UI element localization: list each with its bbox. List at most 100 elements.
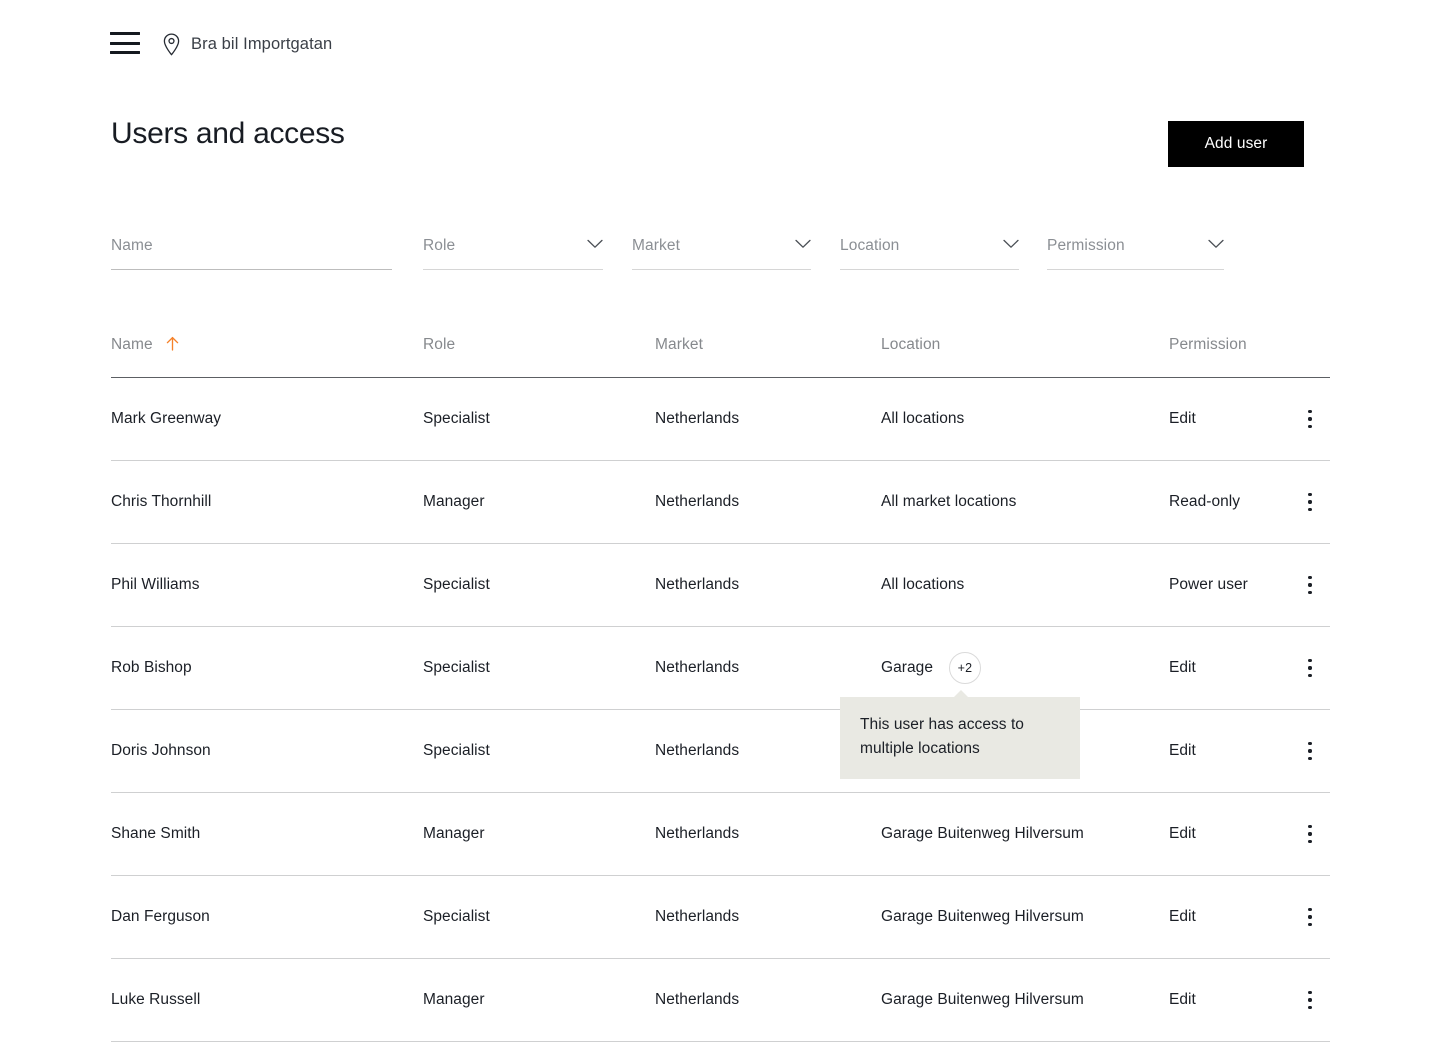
column-header-location[interactable]: Location (881, 330, 1169, 354)
cell-role: Specialist (423, 576, 490, 593)
filter-underline (111, 268, 392, 270)
cell-location: Garage Buitenweg Hilversum (881, 991, 1169, 1009)
cell-permission: Edit (1169, 742, 1196, 759)
table-row[interactable]: Rob Bishop Specialist Netherlands Garage +2 E… (111, 627, 1330, 710)
cell-name: Doris Johnson (111, 742, 211, 759)
filter-permission[interactable]: Permission (1047, 236, 1224, 270)
filter-role[interactable]: Role (423, 236, 603, 270)
cell-actions (1289, 407, 1330, 431)
kebab-menu-icon[interactable] (1298, 490, 1322, 514)
filter-underline (840, 269, 1019, 270)
cell-actions (1289, 905, 1330, 929)
table-row[interactable]: Doris Johnson Specialist Netherlands Edit (111, 710, 1330, 793)
cell-location: Garage Buitenweg Hilversum (881, 825, 1169, 843)
kebab-menu-icon[interactable] (1298, 407, 1322, 431)
filter-location-placeholder: Location (840, 237, 900, 254)
location-selector[interactable]: Bra bil Importgatan (162, 30, 332, 58)
kebab-menu-icon[interactable] (1298, 905, 1322, 929)
kebab-dot (1308, 424, 1312, 429)
tooltip-arrow (953, 690, 969, 698)
cell-role: Specialist (423, 410, 490, 427)
tooltip-text: This user has access to multiple locatio… (860, 716, 1024, 757)
cell-market: Netherlands (655, 493, 740, 510)
hamburger-bar (110, 32, 140, 35)
kebab-menu-icon[interactable] (1298, 739, 1322, 763)
cell-role: Specialist (423, 659, 490, 676)
filter-market[interactable]: Market (632, 236, 811, 270)
sort-ascending-icon[interactable] (166, 336, 179, 351)
kebab-dot (1308, 741, 1312, 746)
table-row[interactable]: Chris Thornhill Manager Netherlands All mar… (111, 461, 1330, 544)
kebab-menu-icon[interactable] (1298, 822, 1322, 846)
table-row[interactable]: Mark Greenway Specialist Netherlands All lo… (111, 378, 1330, 461)
map-pin-icon (162, 32, 181, 56)
filter-location[interactable]: Location (840, 236, 1019, 270)
cell-permission: Edit (1169, 410, 1196, 427)
cell-name: Shane Smith (111, 825, 201, 842)
column-header-permission[interactable]: Permission (1169, 330, 1289, 354)
kebab-dot (1308, 575, 1312, 580)
cell-name: Luke Russell (111, 991, 201, 1008)
column-header-role[interactable]: Role (423, 330, 655, 354)
kebab-dot (1308, 839, 1312, 844)
cell-market: Netherlands (655, 410, 740, 427)
column-header-name[interactable]: Name (111, 330, 423, 354)
hamburger-bar (110, 41, 140, 45)
cell-location: All locations (881, 576, 1169, 594)
kebab-dot (1308, 907, 1312, 912)
location-overflow-badge[interactable]: +2 (949, 652, 981, 684)
filter-underline (1047, 269, 1224, 270)
location-name: Bra bil Importgatan (191, 34, 333, 53)
cell-name: Phil Williams (111, 576, 200, 593)
cell-location-label: Garage Buitenweg Hilversum (881, 825, 1084, 842)
chevron-down-icon (587, 239, 603, 249)
cell-location-label: Garage Buitenweg Hilversum (881, 908, 1084, 925)
filter-role-placeholder: Role (423, 237, 456, 254)
cell-permission: Read-only (1169, 493, 1241, 510)
column-header-actions (1289, 330, 1330, 336)
filter-bar: Name Role Market Location Permission (111, 236, 1331, 272)
hamburger-icon[interactable] (110, 32, 140, 54)
column-header-market[interactable]: Market (655, 330, 881, 354)
table-row[interactable]: Shane Smith Manager Netherlands Garage Buit… (111, 793, 1330, 876)
cell-actions (1289, 656, 1330, 680)
kebab-dot (1308, 824, 1312, 829)
cell-name: Mark Greenway (111, 410, 222, 427)
kebab-dot (1308, 417, 1312, 421)
cell-actions (1289, 573, 1330, 597)
add-user-button[interactable]: Add user (1168, 121, 1304, 167)
kebab-dot (1308, 658, 1312, 663)
cell-permission: Edit (1169, 991, 1196, 1008)
cell-role: Manager (423, 825, 485, 842)
cell-market: Netherlands (655, 991, 740, 1008)
kebab-dot (1308, 998, 1312, 1002)
kebab-dot (1308, 583, 1312, 587)
cell-actions (1289, 988, 1330, 1012)
hamburger-bar (110, 51, 140, 54)
kebab-menu-icon[interactable] (1298, 988, 1322, 1012)
cell-market: Netherlands (655, 659, 740, 676)
page-title: Users and access (111, 117, 345, 150)
kebab-menu-icon[interactable] (1298, 656, 1322, 680)
cell-location: All locations (881, 410, 1169, 428)
location-tooltip: This user has access to multiple locatio… (840, 690, 1080, 779)
cell-market: Netherlands (655, 908, 740, 925)
kebab-dot (1308, 832, 1312, 836)
cell-name: Chris Thornhill (111, 493, 212, 510)
filter-name[interactable]: Name (111, 236, 392, 270)
kebab-menu-icon[interactable] (1298, 573, 1322, 597)
cell-actions (1289, 822, 1330, 846)
kebab-dot (1308, 990, 1312, 995)
table-row[interactable]: Phil Williams Specialist Netherlands All lo… (111, 544, 1330, 627)
chevron-down-icon (795, 239, 811, 249)
chevron-down-icon (1208, 239, 1224, 249)
cell-name: Rob Bishop (111, 659, 192, 676)
kebab-dot (1308, 915, 1312, 919)
cell-actions (1289, 739, 1330, 763)
table-row[interactable]: Dan Ferguson Specialist Netherlands Garage … (111, 876, 1330, 959)
table-body: Mark Greenway Specialist Netherlands All lo… (111, 378, 1330, 1042)
filter-underline (423, 269, 603, 270)
cell-permission: Edit (1169, 659, 1196, 676)
cell-name: Dan Ferguson (111, 908, 210, 925)
table-row[interactable]: Luke Russell Manager Netherlands Garage Bui… (111, 959, 1330, 1042)
